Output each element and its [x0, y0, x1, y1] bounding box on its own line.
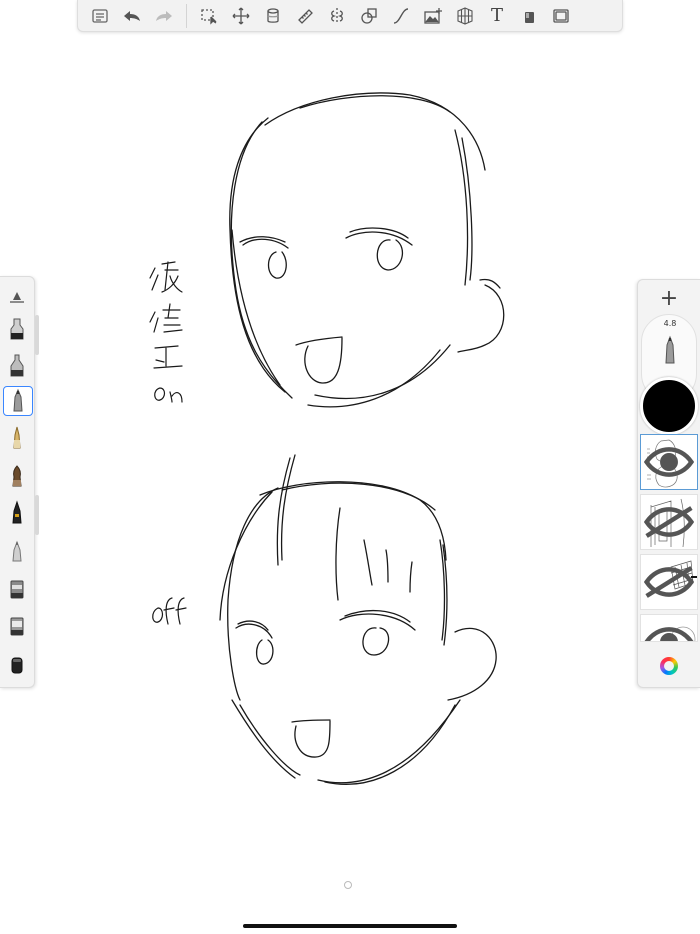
brush-palette: [0, 276, 35, 688]
undo-arrow-icon: [124, 10, 140, 21]
brush-chisel-marker[interactable]: [3, 352, 31, 380]
eye-icon[interactable]: [641, 435, 697, 489]
page-indicator: [344, 881, 352, 889]
image-add-icon: [424, 7, 442, 24]
brush-smudge[interactable]: [3, 649, 31, 677]
top-toolbar: T: [77, 0, 623, 32]
marker-icon: [10, 354, 24, 377]
transform-tool-button[interactable]: [225, 3, 257, 29]
eraser-icon: [10, 580, 24, 599]
selection-tool-button[interactable]: [193, 3, 225, 29]
text-tool-button[interactable]: T: [481, 3, 513, 29]
move-icon: [232, 7, 250, 24]
airbrush-icon: [12, 540, 22, 562]
palette-scroll-handle-top[interactable]: [35, 315, 39, 355]
add-layer-button[interactable]: +: [638, 284, 700, 312]
list-icon: [92, 8, 108, 23]
paint-brush-icon: [12, 465, 22, 487]
color-wheel-icon[interactable]: [660, 657, 678, 675]
pencil-icon: [13, 388, 23, 412]
brush-eraser[interactable]: [3, 574, 31, 602]
eye-icon[interactable]: [641, 615, 697, 642]
layer-thumbnail-1[interactable]: [640, 434, 698, 490]
symmetry-tool-button[interactable]: [321, 3, 353, 29]
perspective-grid-icon: [457, 6, 473, 25]
technical-pen-icon: [12, 500, 22, 524]
palette-scroll-handle-bottom[interactable]: [35, 495, 39, 535]
brush-soft-eraser[interactable]: [3, 611, 31, 639]
ruler-tool-button[interactable]: [289, 3, 321, 29]
pencil-icon: [665, 335, 675, 364]
fullscreen-button[interactable]: [545, 3, 577, 29]
drawing-canvas[interactable]: [0, 0, 700, 934]
undo-button[interactable]: [116, 3, 148, 29]
smudge-icon: [11, 657, 23, 674]
brush-size-slider[interactable]: [3, 283, 31, 311]
toolbar-divider: [186, 3, 187, 28]
selection-icon: [201, 8, 217, 25]
layer-thumbnail-2[interactable]: [640, 494, 698, 550]
text-tool-label: T: [490, 5, 503, 26]
note-top-glyphs: [149, 261, 183, 403]
brush-pencil[interactable]: [3, 386, 33, 416]
brush-technical-pen[interactable]: [3, 499, 31, 527]
perspective-tool-button[interactable]: [449, 3, 481, 29]
lock-icon: [525, 11, 534, 23]
ruler-icon: [298, 8, 313, 24]
lock-tool-button[interactable]: [513, 3, 545, 29]
gallery-button[interactable]: [84, 3, 116, 29]
redo-arrow-icon: [156, 10, 172, 21]
size-slider-icon: [10, 292, 24, 303]
ink-pen-icon: [10, 318, 24, 340]
brush-size-value: 4.8: [663, 319, 677, 328]
sketch-face-top: [229, 92, 505, 408]
brush-ink-pen[interactable]: [3, 315, 31, 343]
note-bottom-glyphs: [152, 597, 187, 625]
brush-airbrush[interactable]: [3, 537, 31, 565]
fullscreen-icon: [553, 8, 569, 23]
soft-eraser-icon: [10, 617, 24, 636]
shape-tool-button[interactable]: [353, 3, 385, 29]
fountain-pen-icon: [13, 426, 21, 449]
paint-bucket-icon: [267, 7, 279, 23]
eye-hidden-icon[interactable]: [641, 555, 697, 609]
shapes-icon: [361, 7, 377, 24]
sketch-face-bottom: [219, 454, 497, 785]
fill-tool-button[interactable]: [257, 3, 289, 29]
brush-fountain-pen[interactable]: [3, 424, 31, 452]
symmetry-icon: [331, 7, 343, 24]
layers-panel: + 4.8: [637, 279, 700, 688]
layer-thumbnail-4[interactable]: [640, 614, 698, 642]
brush-paint-brush[interactable]: [3, 462, 31, 490]
curve-icon: [393, 7, 409, 24]
layer-thumbnail-3[interactable]: [640, 554, 698, 610]
redo-button[interactable]: [148, 3, 180, 29]
curve-tool-button[interactable]: [385, 3, 417, 29]
color-puck[interactable]: [640, 377, 698, 435]
import-image-button[interactable]: [417, 3, 449, 29]
home-indicator[interactable]: [243, 924, 457, 928]
eye-hidden-icon[interactable]: [641, 495, 697, 549]
